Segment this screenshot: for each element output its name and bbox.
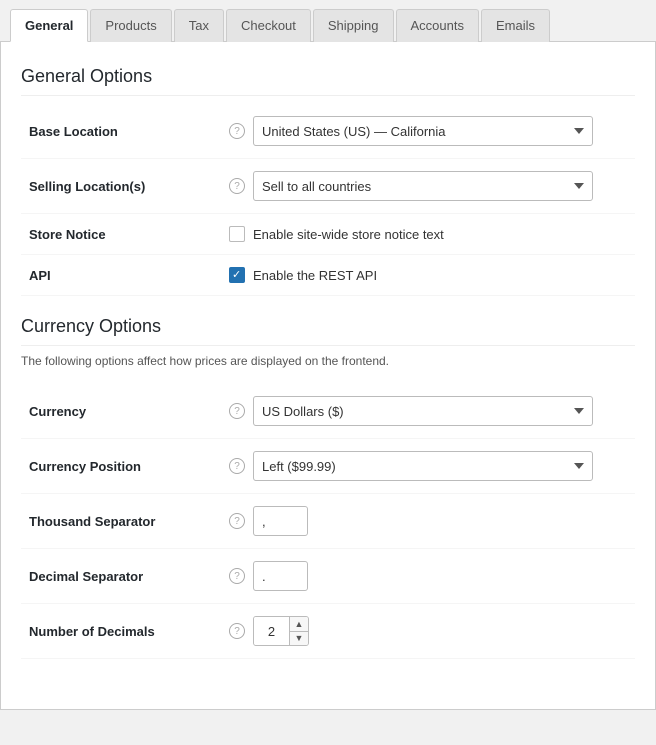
- currency-field: ? US Dollars ($) Euro (€) British Pound …: [229, 396, 627, 426]
- api-row: API Enable the REST API: [21, 255, 635, 296]
- currency-row: Currency ? US Dollars ($) Euro (€) Briti…: [21, 384, 635, 439]
- store-notice-text: Enable site-wide store notice text: [253, 227, 444, 242]
- decimal-separator-label: Decimal Separator: [29, 569, 143, 584]
- currency-position-label: Currency Position: [29, 459, 141, 474]
- num-decimals-label: Number of Decimals: [29, 624, 155, 639]
- currency-options-table: Currency ? US Dollars ($) Euro (€) Briti…: [21, 384, 635, 659]
- decimal-separator-help-icon[interactable]: ?: [229, 568, 245, 584]
- thousand-separator-input[interactable]: [253, 506, 308, 536]
- currency-position-field: ? Left ($99.99) Right (99.99$) Left with…: [229, 451, 627, 481]
- decimal-separator-row: Decimal Separator ?: [21, 549, 635, 604]
- currency-options-title: Currency Options: [21, 316, 635, 346]
- api-field: Enable the REST API: [229, 267, 627, 283]
- thousand-separator-field: ?: [229, 506, 627, 536]
- spinner-down-button[interactable]: ▼: [290, 632, 308, 646]
- api-text: Enable the REST API: [253, 268, 377, 283]
- currency-select[interactable]: US Dollars ($) Euro (€) British Pound (£…: [253, 396, 593, 426]
- currency-label: Currency: [29, 404, 86, 419]
- selling-locations-row: Selling Location(s) ? Sell to all countr…: [21, 159, 635, 214]
- decimal-separator-field: ?: [229, 561, 627, 591]
- tab-tax[interactable]: Tax: [174, 9, 224, 42]
- base-location-help-icon[interactable]: ?: [229, 123, 245, 139]
- base-location-field: ? United States (US) — California United…: [229, 116, 627, 146]
- currency-position-row: Currency Position ? Left ($99.99) Right …: [21, 439, 635, 494]
- currency-options-desc: The following options affect how prices …: [21, 354, 635, 368]
- thousand-separator-help-icon[interactable]: ?: [229, 513, 245, 529]
- tab-general[interactable]: General: [10, 9, 88, 42]
- tab-shipping[interactable]: Shipping: [313, 9, 394, 42]
- base-location-select[interactable]: United States (US) — California United K…: [253, 116, 593, 146]
- tab-emails[interactable]: Emails: [481, 9, 550, 42]
- selling-locations-field: ? Sell to all countries Sell to specific…: [229, 171, 627, 201]
- api-checkbox[interactable]: [229, 267, 245, 283]
- num-decimals-row: Number of Decimals ? ▲ ▼: [21, 604, 635, 659]
- decimal-separator-input[interactable]: [253, 561, 308, 591]
- base-location-label: Base Location: [29, 124, 118, 139]
- base-location-row: Base Location ? United States (US) — Cal…: [21, 104, 635, 159]
- general-options-title: General Options: [21, 66, 635, 96]
- store-notice-label: Store Notice: [29, 227, 106, 242]
- api-label: API: [29, 268, 51, 283]
- store-notice-checkbox[interactable]: [229, 226, 245, 242]
- tab-checkout[interactable]: Checkout: [226, 9, 311, 42]
- selling-locations-select[interactable]: Sell to all countries Sell to specific c…: [253, 171, 593, 201]
- currency-position-select[interactable]: Left ($99.99) Right (99.99$) Left with s…: [253, 451, 593, 481]
- tab-products[interactable]: Products: [90, 9, 171, 42]
- main-content: General Options Base Location ? United S…: [0, 42, 656, 710]
- selling-locations-help-icon[interactable]: ?: [229, 178, 245, 194]
- tab-accounts[interactable]: Accounts: [396, 9, 479, 42]
- store-notice-row: Store Notice Enable site-wide store noti…: [21, 214, 635, 255]
- thousand-separator-label: Thousand Separator: [29, 514, 155, 529]
- spinner-up-button[interactable]: ▲: [290, 617, 308, 632]
- num-decimals-spinner: ▲ ▼: [253, 616, 309, 646]
- currency-help-icon[interactable]: ?: [229, 403, 245, 419]
- thousand-separator-row: Thousand Separator ?: [21, 494, 635, 549]
- selling-locations-label: Selling Location(s): [29, 179, 145, 194]
- general-options-table: Base Location ? United States (US) — Cal…: [21, 104, 635, 296]
- tabs-bar: General Products Tax Checkout Shipping A…: [0, 0, 656, 42]
- num-decimals-help-icon[interactable]: ?: [229, 623, 245, 639]
- spinner-buttons: ▲ ▼: [289, 617, 308, 645]
- currency-position-help-icon[interactable]: ?: [229, 458, 245, 474]
- num-decimals-input[interactable]: [254, 617, 289, 645]
- store-notice-field: Enable site-wide store notice text: [229, 226, 627, 242]
- num-decimals-field: ? ▲ ▼: [229, 616, 627, 646]
